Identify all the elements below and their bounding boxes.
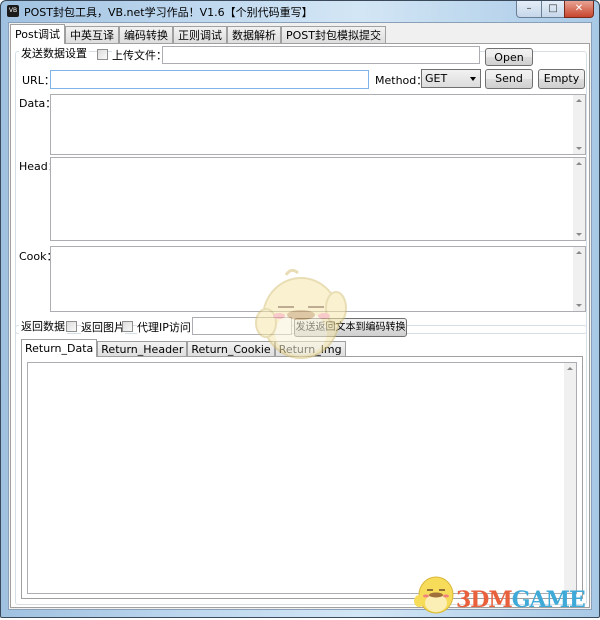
- method-label: Method：: [375, 74, 428, 87]
- method-value: GET: [425, 72, 448, 85]
- tab-post-debug[interactable]: Post调试: [10, 24, 66, 44]
- scroll-up-icon[interactable]: [576, 251, 582, 254]
- client-area: Post调试 中英互译 编码转换 正则调试 数据解析 POST封包模拟提交 发送…: [8, 22, 592, 610]
- tab-return-img[interactable]: Return_Img: [274, 341, 346, 357]
- scroll-up-icon[interactable]: [576, 162, 582, 165]
- open-button[interactable]: Open: [485, 48, 533, 66]
- minimize-icon: –: [526, 3, 532, 14]
- maximize-icon: □: [548, 3, 558, 14]
- return-data-scrollbar[interactable]: [564, 363, 576, 593]
- watermark-text: 3DMGAME: [456, 587, 586, 613]
- tab-regex[interactable]: 正则调试: [173, 26, 228, 44]
- close-icon: ✕: [574, 3, 584, 14]
- close-button[interactable]: ✕: [564, 1, 594, 18]
- head-textarea[interactable]: [50, 157, 586, 241]
- tab-translate[interactable]: 中英互译: [65, 26, 120, 44]
- scroll-up-icon[interactable]: [567, 367, 573, 370]
- send-to-encode-button[interactable]: 发送返回文本到编码转换: [294, 318, 407, 337]
- maximize-button[interactable]: □: [541, 1, 565, 18]
- return-image-checkbox[interactable]: [66, 321, 77, 332]
- return-data-page: [21, 356, 583, 599]
- tab-return-data[interactable]: Return_Data: [21, 339, 98, 357]
- url-input[interactable]: [50, 70, 369, 89]
- watermark-mascot-icon: [414, 576, 454, 614]
- minimize-button[interactable]: –: [516, 1, 542, 18]
- cook-scrollbar[interactable]: [573, 247, 585, 311]
- watermark-text-3dm: 3DM: [456, 587, 513, 613]
- app-window: VB POST封包工具，VB.net学习作品！V1.6【个别代码重写】 – □ …: [0, 0, 600, 618]
- send-button[interactable]: Send: [485, 69, 533, 89]
- scroll-down-icon[interactable]: [576, 147, 582, 150]
- scroll-down-icon[interactable]: [576, 233, 582, 236]
- scroll-down-icon[interactable]: [576, 304, 582, 307]
- watermark: 3DMGAME: [411, 569, 600, 617]
- return-image-label: 返回图片: [81, 319, 125, 335]
- upload-file-checkbox[interactable]: [97, 49, 108, 60]
- data-scrollbar[interactable]: [573, 95, 585, 154]
- main-tab-strip: Post调试 中英互译 编码转换 正则调试 数据解析 POST封包模拟提交: [10, 24, 387, 44]
- post-debug-page: 发送数据设置 上传文件： Open URL： Method： GET Send …: [10, 43, 590, 608]
- return-tab-strip: Return_Data Return_Header Return_Cookie …: [21, 339, 346, 357]
- tab-data-parse[interactable]: 数据解析: [227, 26, 282, 44]
- cook-textarea[interactable]: [50, 246, 586, 312]
- return-data-label: 返回数据: [19, 318, 67, 334]
- proxy-checkbox[interactable]: [122, 321, 133, 332]
- method-select[interactable]: GET: [421, 69, 481, 88]
- head-scrollbar[interactable]: [573, 158, 585, 240]
- watermark-text-game: GAME: [511, 587, 586, 613]
- proxy-input[interactable]: [192, 317, 292, 335]
- upload-file-input[interactable]: [162, 46, 480, 64]
- tab-post-simulate[interactable]: POST封包模拟提交: [281, 26, 387, 44]
- scroll-up-icon[interactable]: [576, 99, 582, 102]
- tab-return-cookie[interactable]: Return_Cookie: [187, 341, 275, 357]
- return-data-textarea[interactable]: [27, 362, 577, 594]
- tab-return-header[interactable]: Return_Header: [97, 341, 188, 357]
- title-bar[interactable]: VB POST封包工具，VB.net学习作品！V1.6【个别代码重写】 – □ …: [1, 1, 599, 21]
- data-textarea[interactable]: [50, 94, 586, 155]
- window-title: POST封包工具，VB.net学习作品！V1.6【个别代码重写】: [24, 6, 313, 19]
- upload-file-label: 上传文件：: [112, 47, 167, 63]
- app-icon: VB: [7, 5, 19, 17]
- chevron-down-icon: [470, 77, 476, 81]
- empty-button[interactable]: Empty: [538, 69, 585, 89]
- tab-encoding[interactable]: 编码转换: [119, 26, 174, 44]
- send-settings-label: 发送数据设置: [19, 45, 89, 61]
